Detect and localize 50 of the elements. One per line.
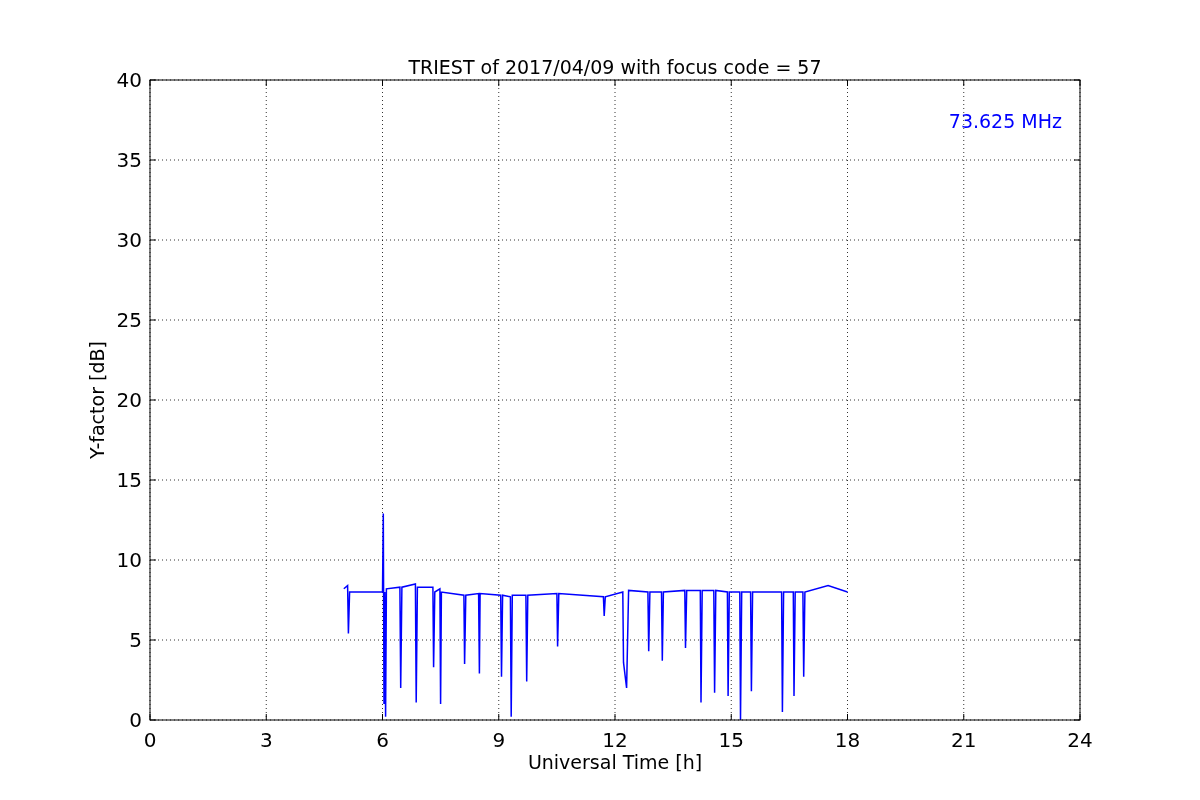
tick-mark xyxy=(265,713,267,721)
tick-mark xyxy=(614,79,616,87)
tick-mark xyxy=(149,559,157,561)
tick-mark xyxy=(1073,399,1081,401)
tick-mark xyxy=(963,713,965,721)
tick-mark xyxy=(149,639,157,641)
legend-label: 73.625 MHz xyxy=(948,110,1062,132)
tick-mark xyxy=(730,79,732,87)
x-axis-label: Universal Time [h] xyxy=(527,751,703,773)
tick-mark xyxy=(149,399,157,401)
y-tick-label: 15 xyxy=(116,468,142,492)
tick-mark xyxy=(963,79,965,87)
x-tick-label: 24 xyxy=(1067,728,1093,752)
tick-mark xyxy=(149,319,157,321)
tick-mark xyxy=(149,239,157,241)
chart-title: TRIEST of 2017/04/09 with focus code = 57 xyxy=(408,56,822,78)
tick-mark xyxy=(265,79,267,87)
y-tick-label: 20 xyxy=(116,388,142,412)
x-tick-label: 0 xyxy=(143,728,157,752)
x-tick-label: 9 xyxy=(492,728,506,752)
tick-mark xyxy=(149,479,157,481)
y-tick-label: 0 xyxy=(129,708,142,732)
tick-mark xyxy=(730,713,732,721)
tick-mark xyxy=(1073,479,1081,481)
tick-mark xyxy=(149,159,157,161)
y-tick-label: 5 xyxy=(129,628,142,652)
x-tick-label: 21 xyxy=(951,728,977,752)
tick-mark xyxy=(1073,559,1081,561)
tick-mark xyxy=(498,713,500,721)
tick-mark xyxy=(1073,319,1081,321)
tick-mark xyxy=(382,713,383,721)
x-tick-label: 12 xyxy=(602,728,628,752)
tick-mark xyxy=(1073,639,1081,641)
tick-mark xyxy=(382,79,383,87)
y-tick-label: 35 xyxy=(116,148,142,172)
tick-mark xyxy=(847,713,848,721)
y-axis-label: Y-factor [dB] xyxy=(86,341,108,459)
y-tick-label: 10 xyxy=(116,548,142,572)
tick-mark xyxy=(847,79,848,87)
x-tick-label: 18 xyxy=(834,728,861,752)
y-tick-label: 25 xyxy=(116,308,142,332)
y-tick-label: 40 xyxy=(116,68,142,92)
tick-mark xyxy=(614,713,616,721)
y-tick-label: 30 xyxy=(116,228,142,252)
x-tick-label: 3 xyxy=(259,728,273,752)
tick-mark xyxy=(1073,159,1081,161)
tick-mark xyxy=(498,79,500,87)
x-tick-label: 15 xyxy=(718,728,744,752)
x-tick-label: 6 xyxy=(376,728,389,752)
tick-mark xyxy=(1073,239,1081,241)
